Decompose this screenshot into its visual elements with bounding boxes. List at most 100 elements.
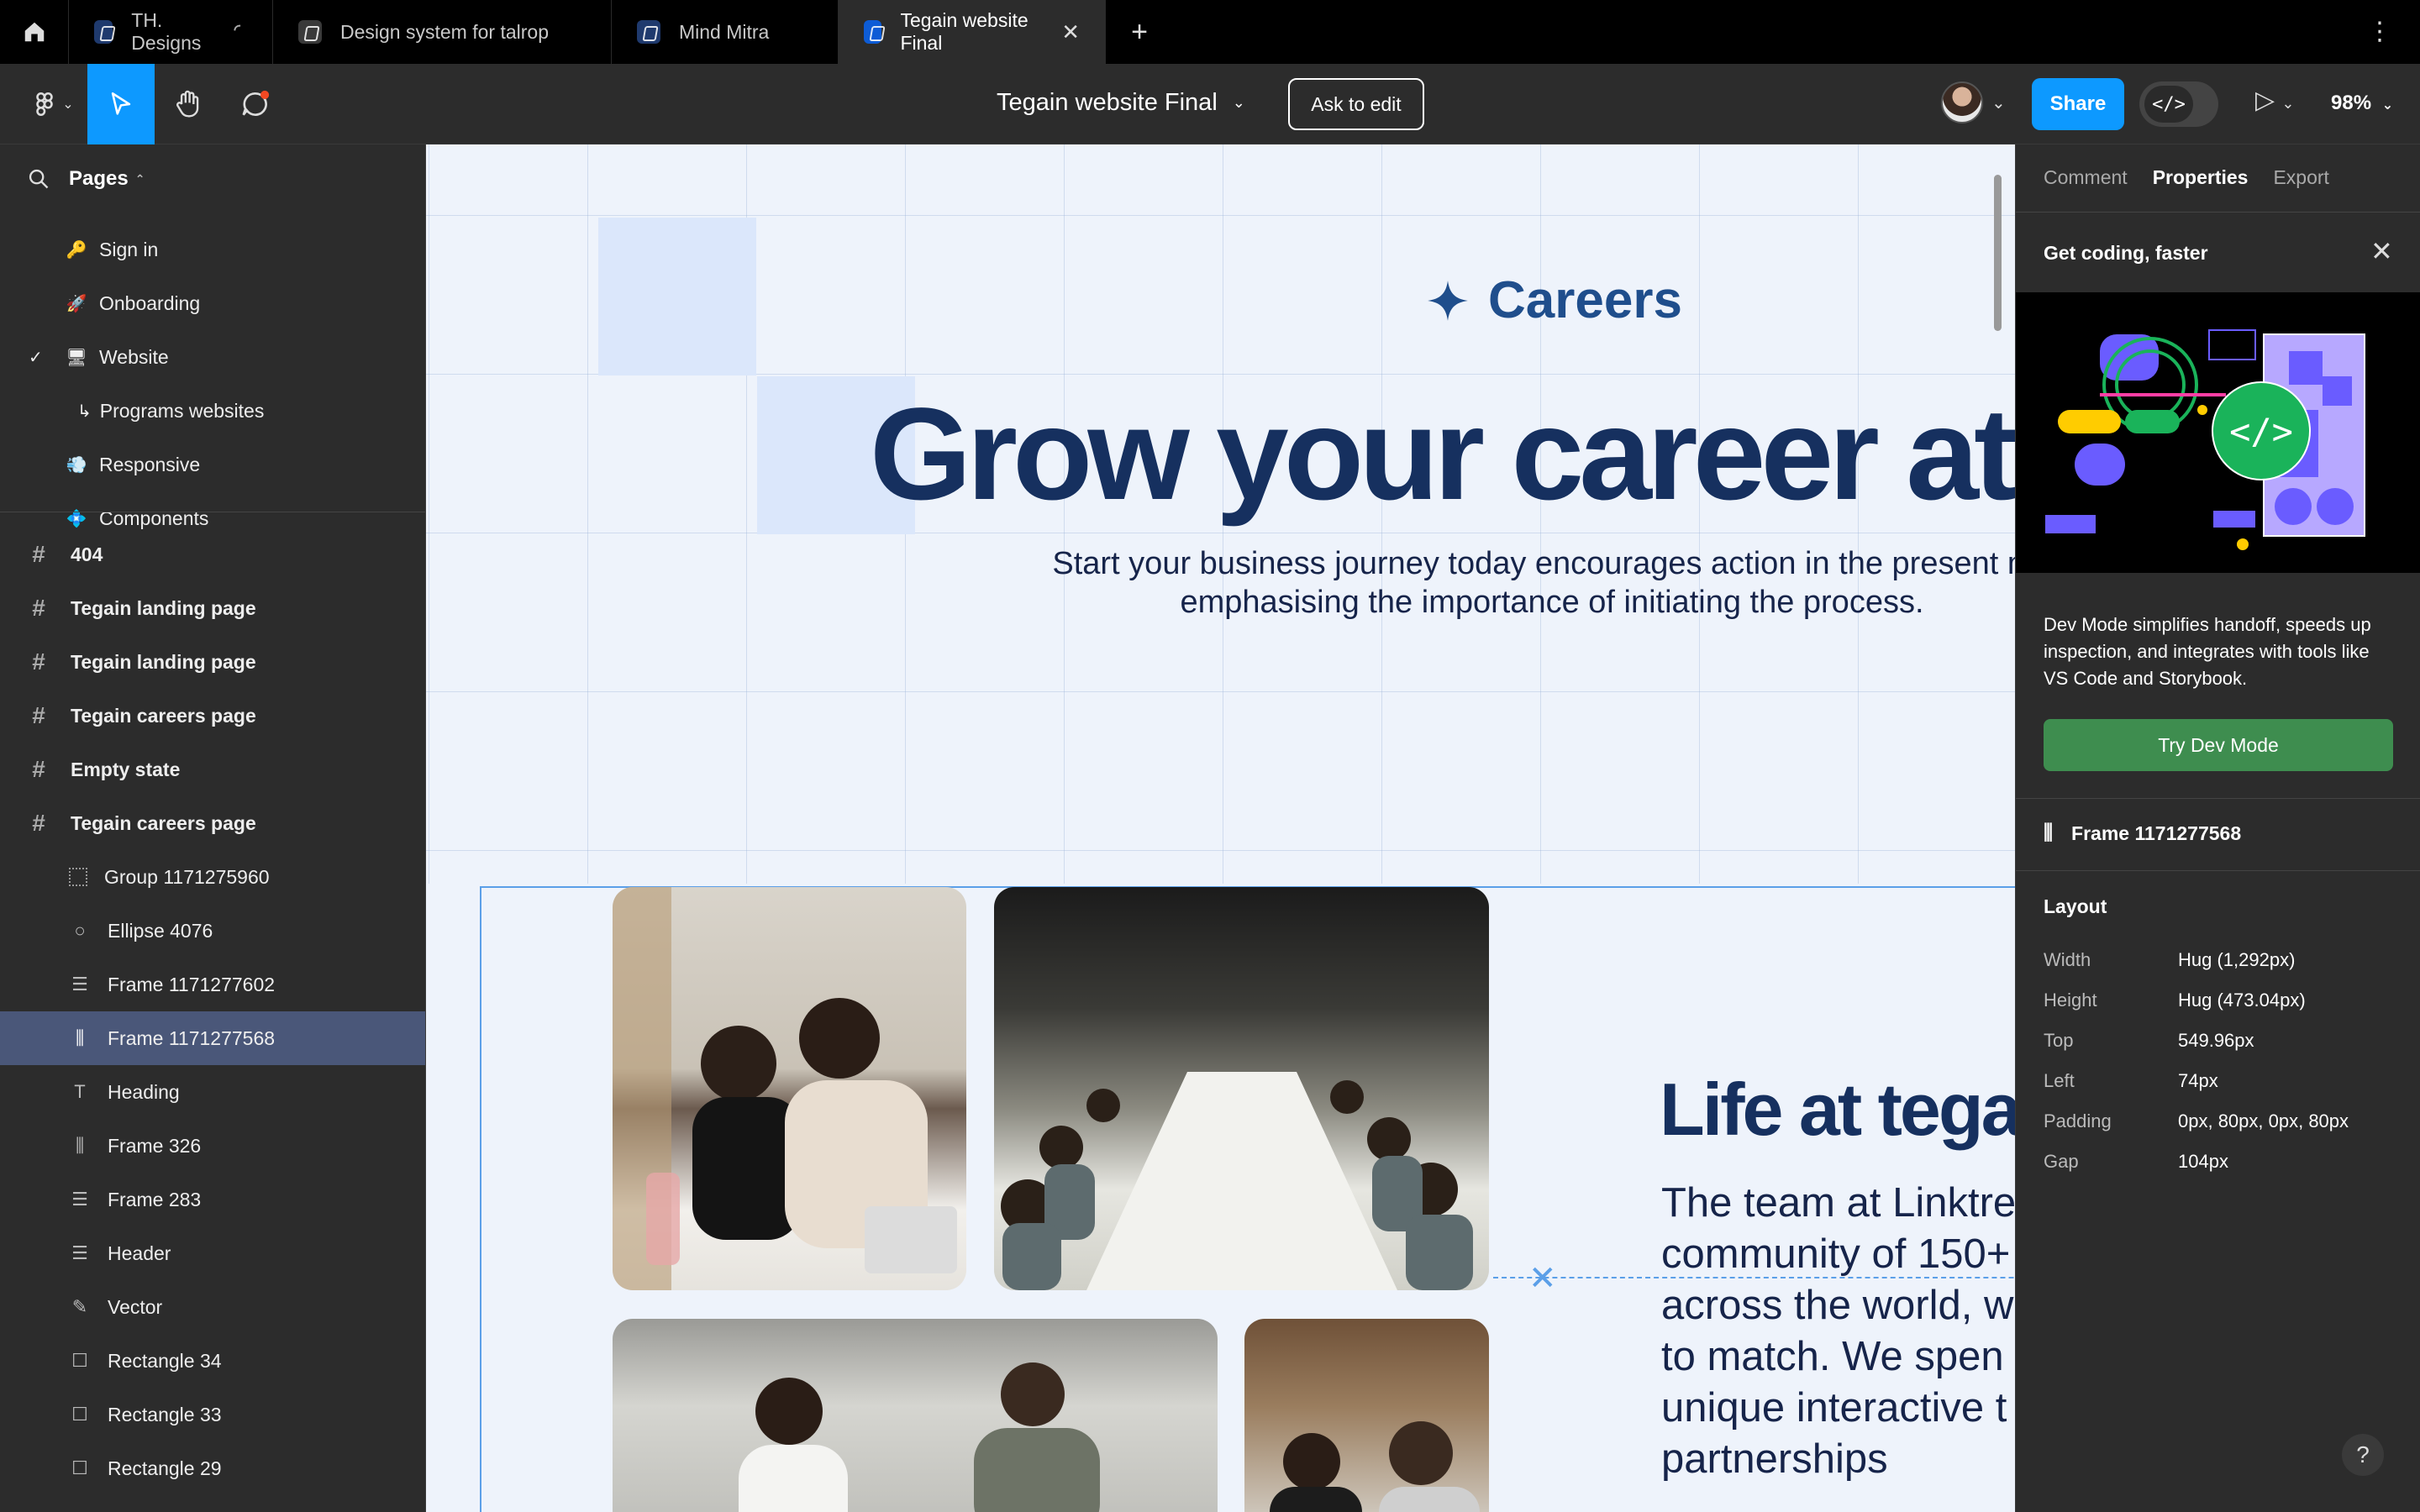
gap-label: Gap (2044, 1151, 2079, 1172)
gap-marker-icon: ✕ (1528, 1260, 1557, 1297)
chevron-down-icon: ⌄ (2381, 98, 2394, 113)
layer-label: Tegain careers page (71, 704, 256, 727)
present-button[interactable]: ▷ ⌄ (2255, 86, 2295, 115)
layer-label: Ellipse 4076 (108, 919, 213, 942)
pages-title: Pages (69, 167, 129, 190)
gap-value[interactable]: 104px (2178, 1151, 2228, 1173)
layer-heading[interactable]: T Heading (0, 1065, 425, 1119)
page-item-onboarding[interactable]: 🚀 Onboarding (0, 276, 425, 330)
share-button[interactable]: Share (2032, 78, 2124, 130)
search-icon[interactable] (27, 167, 50, 191)
comment-tool-button[interactable] (222, 64, 289, 144)
top-label: Top (2044, 1030, 2074, 1051)
canvas-scrollbar[interactable] (1994, 175, 2002, 331)
dev-mode-toggle[interactable]: </> (2139, 81, 2218, 127)
layer-rectangle-34[interactable]: ☐ Rectangle 34 (0, 1334, 425, 1388)
tab-th-designs[interactable]: TH. Designs (69, 0, 273, 64)
left-value[interactable]: 74px (2178, 1070, 2218, 1092)
height-label: Height (2044, 990, 2097, 1011)
panel-divider (2016, 798, 2420, 799)
layer-frame-careers-1[interactable]: # Tegain careers page (0, 689, 425, 743)
layer-rectangle-33[interactable]: ☐ Rectangle 33 (0, 1388, 425, 1441)
page-item-website[interactable]: ✓ 🖥 Website (0, 330, 425, 384)
layer-frame-1171277602[interactable]: ☰ Frame 1171277602 (0, 958, 425, 1011)
layer-rectangle-29[interactable]: ☐ Rectangle 29 (0, 1441, 425, 1495)
document-title-button[interactable]: Tegain website Final ⌄ (997, 89, 1245, 117)
tab-comment[interactable]: Comment (2044, 166, 2128, 189)
page-label: Onboarding (99, 291, 201, 314)
avatar[interactable] (1941, 81, 1983, 123)
browser-tab-bar: TH. Designs Design system for talrop Min… (0, 0, 2420, 64)
figma-file-icon (298, 20, 322, 44)
tab-title: TH. Designs (131, 9, 202, 54)
main-menu-button[interactable]: ⌄ (18, 64, 86, 144)
dev-mode-artwork: </> (2045, 329, 2365, 550)
desktop-icon: 🖥 (66, 348, 87, 367)
pages-header[interactable]: Pages ⌃ (0, 144, 425, 213)
ask-to-edit-button[interactable]: Ask to edit (1288, 78, 1424, 130)
vertical-layout-icon: ☰ (71, 1242, 88, 1263)
layer-frame-landing-2[interactable]: # Tegain landing page (0, 635, 425, 689)
more-menu-icon[interactable]: ⋮ (2367, 17, 2395, 46)
new-tab-button[interactable]: + (1106, 0, 1173, 64)
layer-frame-326[interactable]: ⫼ Frame 326 (0, 1119, 425, 1173)
help-button[interactable]: ? (2342, 1434, 2384, 1476)
dash-icon: 💨 (66, 455, 87, 475)
frame-icon: # (32, 702, 45, 728)
layer-frame-1171277568[interactable]: ⫼ Frame 1171277568 (0, 1011, 425, 1065)
zoom-menu[interactable]: 98% ⌄ (2331, 92, 2393, 115)
home-button[interactable] (0, 0, 69, 64)
layer-label: Group 1171275960 (104, 865, 270, 888)
layer-group[interactable]: Group 1171275960 (0, 850, 425, 904)
hand-tool-button[interactable] (155, 64, 222, 144)
panel-divider (2016, 212, 2420, 213)
page-item-programs-websites[interactable]: ↳ Programs websites (0, 384, 425, 438)
loading-spinner-icon (230, 22, 251, 42)
tab-title: Design system for talrop (340, 20, 549, 43)
width-label: Width (2044, 949, 2091, 970)
group-icon (69, 868, 87, 886)
layer-ellipse[interactable]: ○ Ellipse 4076 (0, 904, 425, 958)
layer-frame-careers-2[interactable]: # Tegain careers page (0, 796, 425, 850)
page-item-responsive[interactable]: 💨 Responsive (0, 438, 425, 491)
layer-label: 404 (71, 543, 103, 565)
hand-icon (176, 90, 199, 118)
layer-frame-404[interactable]: #404 (0, 528, 425, 581)
close-icon[interactable]: ✕ (2370, 235, 2393, 267)
layer-header[interactable]: ☰ Header (0, 1226, 425, 1280)
tab-title: Mind Mitra (679, 20, 770, 43)
body-line: to match. We spen (1661, 1334, 2004, 1379)
tab-mind-mitra[interactable]: Mind Mitra (612, 0, 839, 64)
padding-value[interactable]: 0px, 80px, 0px, 80px (2178, 1110, 2349, 1132)
width-value[interactable]: Hug (1,292px) (2178, 949, 2295, 971)
frame-icon: # (32, 595, 45, 621)
layer-frame-landing-1[interactable]: # Tegain landing page (0, 581, 425, 635)
team-photo-3 (613, 1319, 1218, 1512)
layer-vector[interactable]: ✎ Vector (0, 1280, 425, 1334)
top-value[interactable]: 549.96px (2178, 1030, 2254, 1052)
ellipse-icon: ○ (74, 920, 86, 941)
code-icon: </> (2144, 86, 2193, 123)
tab-properties[interactable]: Properties (2153, 166, 2249, 189)
layer-label: Tegain landing page (71, 596, 256, 619)
page-item-sign-in[interactable]: 🔑 Sign in (0, 223, 425, 276)
layer-frame-empty-state[interactable]: # Empty state (0, 743, 425, 796)
chevron-down-icon[interactable]: ⌄ (1991, 92, 2006, 113)
tab-design-system[interactable]: Design system for talrop (273, 0, 612, 64)
tab-tegain-website[interactable]: Tegain website Final ✕ (839, 0, 1106, 64)
height-value[interactable]: Hug (473.04px) (2178, 990, 2306, 1011)
try-dev-mode-button[interactable]: Try Dev Mode (2044, 719, 2393, 771)
design-canvas[interactable]: Careers Grow your career at te Start you… (426, 144, 2015, 1512)
frame-icon: # (32, 648, 45, 675)
tab-export[interactable]: Export (2273, 166, 2328, 189)
frame-icon: # (32, 541, 45, 567)
sub-arrow-icon: ↳ (77, 402, 92, 421)
move-tool-button[interactable] (87, 64, 155, 144)
body-line: The team at Linktre (1661, 1180, 2015, 1226)
layer-label: Frame 283 (108, 1188, 202, 1210)
layer-frame-283[interactable]: ☰ Frame 283 (0, 1173, 425, 1226)
layer-label: Tegain landing page (71, 650, 256, 673)
close-tab-icon[interactable]: ✕ (1061, 19, 1080, 45)
layer-label: Empty state (71, 758, 181, 780)
figma-file-icon (94, 20, 113, 44)
